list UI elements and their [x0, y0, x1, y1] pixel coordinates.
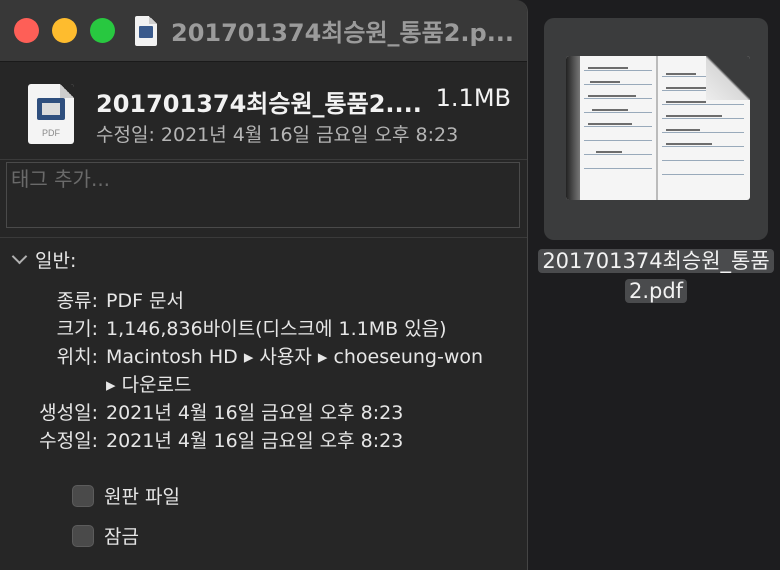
modified-value: 2021년 4월 16일 금요일 오후 8:23 [160, 124, 459, 146]
locked-option[interactable]: 잠금 [72, 522, 139, 549]
zoom-button[interactable] [90, 18, 115, 43]
desktop-file-selection[interactable] [544, 18, 768, 240]
general-section-title: 일반: [35, 250, 77, 272]
info-window: 201701374최승원_통품2.p... PDF 201701374최승원_통… [0, 0, 528, 570]
tags-field[interactable] [6, 162, 520, 228]
general-section-toggle[interactable]: 일반: [11, 246, 77, 273]
tags-input[interactable] [11, 167, 515, 191]
desktop-file-name-text: 201701374최승원_통품2.pdf [538, 249, 774, 303]
locked-label: 잠금 [104, 526, 139, 548]
file-header: PDF 201701374최승원_통품2.... 1.1MB 수정일: 2021… [0, 62, 527, 160]
info-row-kind: 종류: PDF 문서 [0, 287, 527, 315]
info-row-size: 크기: 1,146,836바이트(디스크에 1.1MB 있음) [0, 315, 527, 343]
close-button[interactable] [14, 18, 39, 43]
info-key: 종류: [56, 290, 98, 312]
file-name: 201701374최승원_통품2.... [96, 90, 422, 118]
info-key: 생성일: [39, 402, 98, 424]
title-bar: 201701374최승원_통품2.p... [0, 0, 527, 62]
info-key: 크기: [56, 318, 98, 340]
chevron-down-icon [11, 248, 28, 265]
locked-checkbox[interactable] [72, 524, 94, 547]
info-value: 2021년 4월 16일 금요일 오후 8:23 [106, 430, 404, 452]
info-value: Macintosh HD ▸ 사용자 ▸ choeseung-won ▸ 다운로… [106, 346, 484, 396]
file-size: 1.1MB [435, 84, 511, 112]
info-value: 2021년 4월 16일 금요일 오후 8:23 [106, 402, 404, 424]
modified-label: 수정일: [96, 124, 155, 146]
pdf-icon-label: PDF [42, 128, 60, 138]
modified-summary: 수정일: 2021년 4월 16일 금요일 오후 8:23 [96, 120, 458, 147]
pdf-file-icon [135, 15, 157, 46]
section-divider [0, 237, 527, 238]
info-row-location: 위치: Macintosh HD ▸ 사용자 ▸ choeseung-won ▸… [0, 343, 527, 399]
window-title: 201701374최승원_통품2.p... [171, 19, 515, 47]
info-value: 1,146,836바이트(디스크에 1.1MB 있음) [106, 318, 447, 340]
minimize-button[interactable] [52, 18, 77, 43]
info-row-created: 생성일: 2021년 4월 16일 금요일 오후 8:23 [0, 399, 527, 427]
info-row-modified: 수정일: 2021년 4월 16일 금요일 오후 8:23 [0, 427, 527, 455]
pdf-document-icon: PDF [28, 84, 74, 144]
info-value: PDF 문서 [106, 290, 185, 312]
info-key: 수정일: [39, 430, 98, 452]
stationery-pad-checkbox[interactable] [72, 484, 94, 507]
stationery-pad-option[interactable]: 원판 파일 [72, 482, 180, 509]
desktop-file-name[interactable]: 201701374최승원_통품2.pdf [538, 246, 774, 306]
general-info: 종류: PDF 문서 크기: 1,146,836바이트(디스크에 1.1MB 있… [0, 287, 527, 455]
pdf-thumbnail [566, 56, 750, 200]
stationery-pad-label: 원판 파일 [104, 486, 180, 508]
window-controls [14, 18, 115, 43]
info-key: 위치: [56, 346, 98, 368]
